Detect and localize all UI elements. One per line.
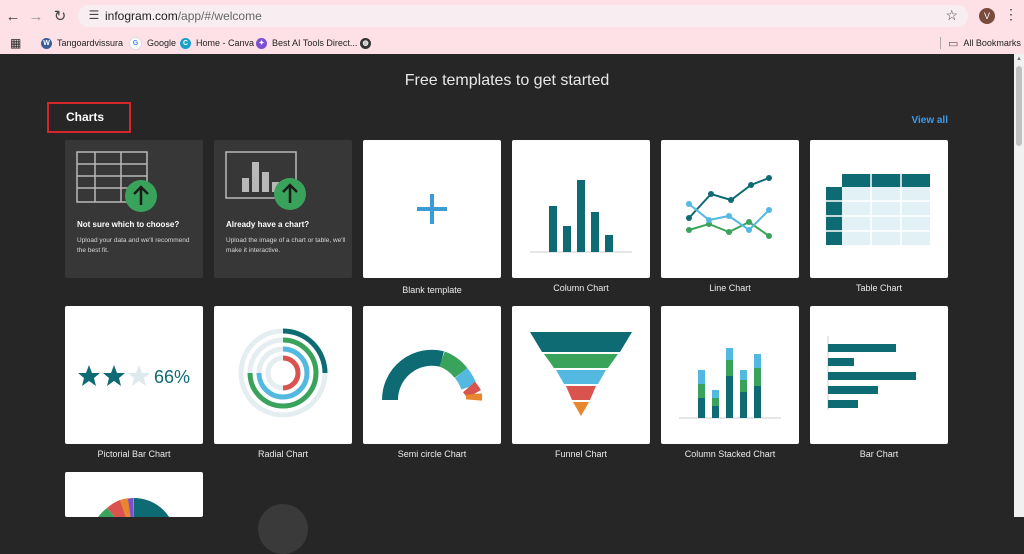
star-icon — [78, 365, 100, 386]
page-content: Free templates to get started Charts Vie… — [0, 54, 1014, 554]
star-icon — [128, 365, 150, 386]
bookmark-ai-tools[interactable]: ✦ Best AI Tools Direct... — [256, 35, 357, 51]
card-pie-chart[interactable] — [65, 472, 203, 517]
browser-toolbar: ← → ↻ ☰ infogram.com/app/#/welcome ☆ V ⋮ — [0, 0, 1024, 32]
site-settings-icon[interactable]: ☰ — [87, 8, 101, 22]
star-icon — [103, 365, 125, 386]
card-pictorial-bar-chart[interactable]: 66% — [65, 306, 203, 444]
card-already-have-chart[interactable]: Already have a chart? Upload the image o… — [214, 140, 352, 278]
card-line-chart[interactable] — [661, 140, 799, 278]
pictorial-value: 66% — [154, 367, 190, 387]
card-title: Already have a chart? — [226, 220, 310, 229]
globe-icon: ◍ — [360, 37, 371, 49]
card-description: Upload the image of a chart or table, we… — [226, 237, 346, 254]
table-upload-illustration — [76, 151, 157, 212]
view-all-link[interactable]: View all — [911, 115, 948, 126]
bar-chart-illustration — [827, 336, 916, 410]
page-title: Free templates to get started — [404, 72, 610, 89]
bookmark-separator — [940, 37, 941, 49]
card-label-semi-circle-chart: Semi circle Chart — [397, 449, 467, 459]
card-funnel-chart[interactable] — [512, 306, 650, 444]
card-label-pictorial-bar-chart: Pictorial Bar Chart — [97, 449, 171, 459]
card-radial-chart[interactable] — [214, 306, 352, 444]
folder-icon: ▭ — [948, 37, 959, 50]
card-label-funnel-chart: Funnel Chart — [554, 449, 608, 459]
forward-arrow-icon[interactable]: → — [27, 7, 45, 25]
line-chart-illustration — [686, 175, 772, 239]
ai-tools-icon: ✦ — [256, 37, 267, 49]
card-label-blank-template: Blank template — [402, 285, 462, 295]
column-chart-illustration — [530, 180, 632, 253]
back-arrow-icon[interactable]: ← — [4, 7, 22, 25]
menu-kebab-icon[interactable]: ⋮ — [1004, 6, 1018, 23]
card-title: Not sure which to choose? — [77, 220, 180, 229]
card-blank-template[interactable] — [363, 140, 501, 278]
google-icon: G — [129, 36, 142, 50]
column-stacked-illustration — [679, 348, 781, 419]
bookmark-globe[interactable]: ◍ — [360, 35, 371, 51]
reload-icon[interactable]: ↻ — [51, 7, 69, 25]
table-chart-illustration — [826, 174, 930, 245]
card-label-line-chart: Line Chart — [709, 283, 751, 293]
card-column-chart[interactable] — [512, 140, 650, 278]
browser-chrome: ← → ↻ ☰ infogram.com/app/#/welcome ☆ V ⋮… — [0, 0, 1024, 54]
profile-avatar[interactable]: V — [979, 8, 995, 24]
all-bookmarks[interactable]: ▭ All Bookmarks — [948, 35, 1021, 51]
bookmark-google[interactable]: G Google — [129, 35, 176, 51]
card-label-bar-chart: Bar Chart — [859, 449, 899, 459]
wordpress-icon: W — [41, 37, 52, 49]
card-not-sure[interactable]: Not sure which to choose? Upload your da… — [65, 140, 203, 278]
address-bar[interactable]: ☰ infogram.com/app/#/welcome ☆ — [78, 5, 968, 27]
card-description: Upload your data and we'll recommend the… — [77, 237, 190, 254]
radial-chart-illustration — [238, 328, 328, 418]
upload-arrow-icon — [274, 178, 306, 210]
bookmark-canva[interactable]: C Home - Canva — [180, 35, 254, 51]
canva-icon: C — [180, 37, 191, 49]
bookmark-tangoardvissura[interactable]: W Tangoardvissura — [41, 35, 123, 51]
apps-grid-icon[interactable]: ▦ — [10, 35, 21, 51]
card-label-column-chart: Column Chart — [553, 283, 609, 293]
scroll-up-icon[interactable]: ▲ — [1016, 56, 1022, 62]
page-scrollbar[interactable]: ▲ — [1014, 54, 1024, 517]
card-semi-circle-chart[interactable] — [363, 306, 501, 444]
card-table-chart[interactable] — [810, 140, 948, 278]
funnel-chart-illustration — [530, 332, 632, 416]
card-label-radial-chart: Radial Chart — [257, 449, 309, 459]
chart-upload-illustration — [225, 151, 306, 210]
section-heading-charts: Charts — [47, 102, 131, 133]
scrollbar-thumb[interactable] — [1016, 66, 1022, 146]
circle-placeholder — [258, 504, 308, 554]
upload-arrow-icon — [125, 180, 157, 212]
card-bar-chart[interactable] — [810, 306, 948, 444]
plus-icon — [417, 194, 447, 224]
card-column-stacked-chart[interactable] — [661, 306, 799, 444]
semi-circle-illustration — [381, 349, 483, 401]
card-label-column-stacked-chart: Column Stacked Chart — [684, 449, 776, 459]
card-label-table-chart: Table Chart — [855, 283, 903, 293]
pie-chart-illustration — [98, 497, 170, 517]
pictorial-chart-illustration: 66% — [78, 365, 190, 387]
bookmark-star-icon[interactable]: ☆ — [945, 7, 958, 24]
bookmarks-bar: ▦ W Tangoardvissura G Google C Home - Canva… — [0, 32, 1024, 54]
url-text: infogram.com/app/#/welcome — [105, 9, 262, 23]
